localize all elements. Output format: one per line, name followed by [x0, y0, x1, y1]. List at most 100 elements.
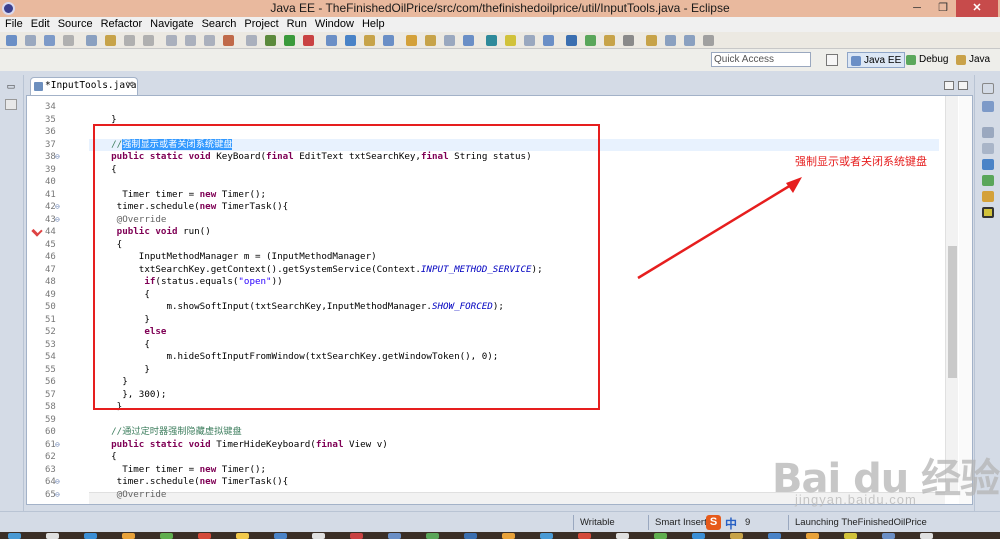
suspend-icon[interactable] — [204, 35, 215, 46]
override-marker-icon[interactable] — [31, 225, 43, 237]
block-selection-icon[interactable] — [505, 35, 516, 46]
pin-editor-icon[interactable] — [703, 35, 714, 46]
terminate-icon[interactable] — [223, 35, 234, 46]
forward-icon[interactable] — [665, 35, 676, 46]
taskbar-app-icon[interactable] — [768, 533, 781, 539]
taskbar-app-icon[interactable] — [920, 533, 933, 539]
taskbar-app-icon[interactable] — [882, 533, 895, 539]
fold-toggle-icon[interactable]: ⊖ — [55, 201, 60, 214]
console-icon[interactable] — [982, 175, 994, 186]
prev-annotation-icon[interactable] — [623, 35, 634, 46]
step-icon[interactable] — [246, 35, 257, 46]
open-perspective-icon[interactable] — [826, 54, 838, 66]
redo-icon[interactable] — [143, 35, 154, 46]
code-line[interactable]: //通过定时器强制隐藏虚拟键盘 — [89, 426, 939, 439]
overview-ruler[interactable] — [959, 96, 972, 504]
menu-refactor[interactable]: Refactor — [97, 17, 147, 32]
external-tools-icon[interactable] — [326, 35, 337, 46]
undo-icon[interactable] — [124, 35, 135, 46]
resume-icon[interactable] — [185, 35, 196, 46]
print-icon[interactable] — [63, 35, 74, 46]
menu-source[interactable]: Source — [54, 17, 97, 32]
minimize-editor-icon[interactable] — [944, 81, 954, 90]
new-class-icon[interactable] — [383, 35, 394, 46]
open-type-icon[interactable] — [406, 35, 417, 46]
fold-toggle-icon[interactable]: ⊖ — [55, 151, 60, 164]
taskbar-app-icon[interactable] — [806, 533, 819, 539]
search-icon[interactable] — [425, 35, 436, 46]
minimize-button[interactable]: ─ — [904, 0, 930, 17]
perspective-java-ee[interactable]: Java EE — [847, 52, 906, 68]
show-whitespace-icon[interactable] — [543, 35, 554, 46]
menu-help[interactable]: Help — [358, 17, 389, 32]
snippets-icon[interactable] — [982, 191, 994, 202]
outline-icon[interactable] — [982, 101, 994, 112]
taskbar-app-icon[interactable] — [616, 533, 629, 539]
menu-window[interactable]: Window — [311, 17, 358, 32]
fold-toggle-icon[interactable]: ⊖ — [55, 439, 60, 452]
maximize-editor-icon[interactable] — [958, 81, 968, 90]
restore-icon[interactable] — [982, 83, 994, 94]
tasks-icon[interactable] — [105, 35, 116, 46]
taskbar-app-icon[interactable] — [84, 533, 97, 539]
new-java-project-icon[interactable] — [345, 35, 356, 46]
run-icon[interactable] — [284, 35, 295, 46]
fold-toggle-icon[interactable]: ⊖ — [55, 476, 60, 489]
save-all-icon[interactable] — [44, 35, 55, 46]
cut-icon[interactable] — [86, 35, 97, 46]
close-icon[interactable]: ✕ — [126, 78, 134, 94]
restore-icon[interactable]: ▭ — [5, 81, 17, 92]
taskbar-app-icon[interactable] — [692, 533, 705, 539]
taskbar-app-icon[interactable] — [540, 533, 553, 539]
menu-edit[interactable]: Edit — [27, 17, 54, 32]
taskbar-app-icon[interactable] — [502, 533, 515, 539]
taskbar-app-icon[interactable] — [274, 533, 287, 539]
debug-icon[interactable] — [303, 35, 314, 46]
taskbar-app-icon[interactable] — [844, 533, 857, 539]
taskbar-app-icon[interactable] — [578, 533, 591, 539]
taskbar-app-icon[interactable] — [236, 533, 249, 539]
close-button[interactable]: ✕ — [956, 0, 998, 17]
build-icon[interactable] — [265, 35, 276, 46]
taskbar-app-icon[interactable] — [312, 533, 325, 539]
taskbar-app-icon[interactable] — [388, 533, 401, 539]
team-icon[interactable] — [585, 35, 596, 46]
pin-icon[interactable] — [486, 35, 497, 46]
annotation-icon[interactable] — [444, 35, 455, 46]
quick-access-field[interactable]: Quick Access — [711, 52, 811, 67]
menu-navigate[interactable]: Navigate — [146, 17, 197, 32]
package-explorer-icon[interactable] — [5, 99, 17, 110]
taskbar-app-icon[interactable] — [160, 533, 173, 539]
vertical-scrollbar[interactable] — [945, 96, 958, 492]
taskbar-app-icon[interactable] — [426, 533, 439, 539]
progress-icon[interactable] — [982, 207, 994, 218]
task-list-icon[interactable] — [982, 127, 994, 138]
code-line[interactable] — [89, 414, 939, 427]
word-wrap-icon[interactable] — [524, 35, 535, 46]
ime-sogou-icon[interactable]: S — [706, 515, 721, 530]
scrollbar-thumb[interactable] — [948, 246, 957, 378]
taskbar-app-icon[interactable] — [122, 533, 135, 539]
code-line[interactable] — [89, 101, 939, 114]
taskbar-app-icon[interactable] — [350, 533, 363, 539]
taskbar-app-icon[interactable] — [654, 533, 667, 539]
menu-search[interactable]: Search — [198, 17, 241, 32]
save-icon[interactable] — [25, 35, 36, 46]
markers-icon[interactable] — [982, 143, 994, 154]
new-package-icon[interactable] — [364, 35, 375, 46]
menu-project[interactable]: Project — [240, 17, 282, 32]
next-annotation-icon[interactable] — [604, 35, 615, 46]
toggle-mark-icon[interactable] — [463, 35, 474, 46]
taskbar-app-icon[interactable] — [730, 533, 743, 539]
taskbar-app-icon[interactable] — [46, 533, 59, 539]
globe-icon[interactable] — [566, 35, 577, 46]
taskbar-app-icon[interactable] — [464, 533, 477, 539]
tab-inputtools-java[interactable]: *InputTools.java ✕ — [30, 77, 138, 95]
fold-toggle-icon[interactable]: ⊖ — [55, 214, 60, 227]
taskbar-app-icon[interactable] — [198, 533, 211, 539]
taskbar-app-icon[interactable] — [8, 533, 21, 539]
fold-toggle-icon[interactable]: ⊖ — [55, 489, 60, 502]
last-edit-icon[interactable] — [684, 35, 695, 46]
new-icon[interactable] — [6, 35, 17, 46]
menu-file[interactable]: File — [0, 17, 27, 32]
